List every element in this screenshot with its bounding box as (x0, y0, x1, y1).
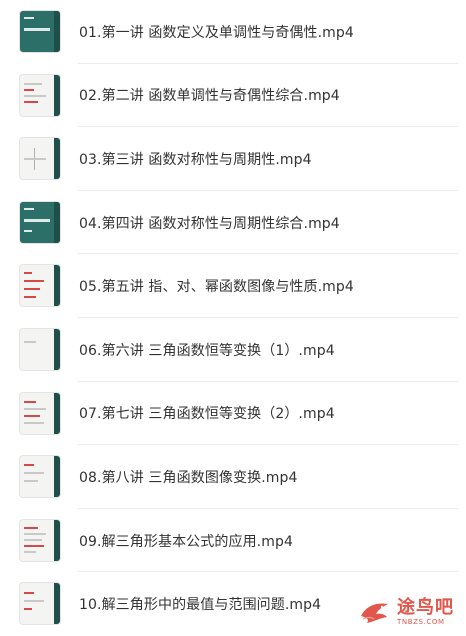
watermark-url: TNBZS.COM (397, 617, 445, 626)
file-row[interactable]: 04.第四讲 函数对称性与周期性综合.mp4 (0, 191, 466, 255)
video-thumbnail (20, 583, 60, 625)
file-name: 05.第五讲 指、对、幂函数图像与性质.mp4 (79, 279, 354, 296)
file-row[interactable]: 07.第七讲 三角函数恒等变换（2）.mp4 (0, 382, 466, 446)
file-list: 01.第一讲 函数定义及单调性与奇偶性.mp4 02.第二讲 函数单调性与奇偶性… (0, 0, 466, 636)
file-row[interactable]: 02.第二讲 函数单调性与奇偶性综合.mp4 (0, 64, 466, 128)
video-thumbnail (20, 74, 60, 116)
video-thumbnail (20, 519, 60, 561)
bird-logo-icon (361, 603, 388, 623)
file-row[interactable]: 05.第五讲 指、对、幂函数图像与性质.mp4 (0, 254, 466, 318)
file-row[interactable]: 06.第六讲 三角函数恒等变换（1）.mp4 (0, 318, 466, 382)
video-thumbnail (20, 11, 60, 52)
file-name: 01.第一讲 函数定义及单调性与奇偶性.mp4 (79, 24, 354, 41)
site-watermark: 途鸟吧 TNBZS.COM (358, 598, 454, 626)
video-thumbnail (20, 201, 60, 243)
video-thumbnail (20, 328, 60, 370)
file-name: 10.解三角形中的最值与范围问题.mp4 (79, 597, 322, 614)
file-row[interactable]: 01.第一讲 函数定义及单调性与奇偶性.mp4 (0, 0, 466, 64)
file-row[interactable]: 03.第三讲 函数对称性与周期性.mp4 (0, 127, 466, 191)
watermark-name: 途鸟吧 (397, 596, 454, 618)
video-thumbnail (20, 392, 60, 434)
video-thumbnail (20, 138, 60, 180)
file-row[interactable]: 09.解三角形基本公式的应用.mp4 (0, 509, 466, 573)
file-name: 07.第七讲 三角函数恒等变换（2）.mp4 (79, 406, 335, 423)
video-thumbnail (20, 456, 60, 498)
file-name: 04.第四讲 函数对称性与周期性综合.mp4 (79, 215, 340, 232)
file-name: 03.第三讲 函数对称性与周期性.mp4 (79, 151, 312, 168)
file-row[interactable]: 08.第八讲 三角函数图像变换.mp4 (0, 445, 466, 509)
file-name: 06.第六讲 三角函数恒等变换（1）.mp4 (79, 342, 335, 359)
file-name: 09.解三角形基本公式的应用.mp4 (79, 533, 293, 550)
file-name: 08.第八讲 三角函数图像变换.mp4 (79, 469, 298, 486)
video-thumbnail (20, 265, 60, 307)
file-name: 02.第二讲 函数单调性与奇偶性综合.mp4 (79, 88, 340, 105)
